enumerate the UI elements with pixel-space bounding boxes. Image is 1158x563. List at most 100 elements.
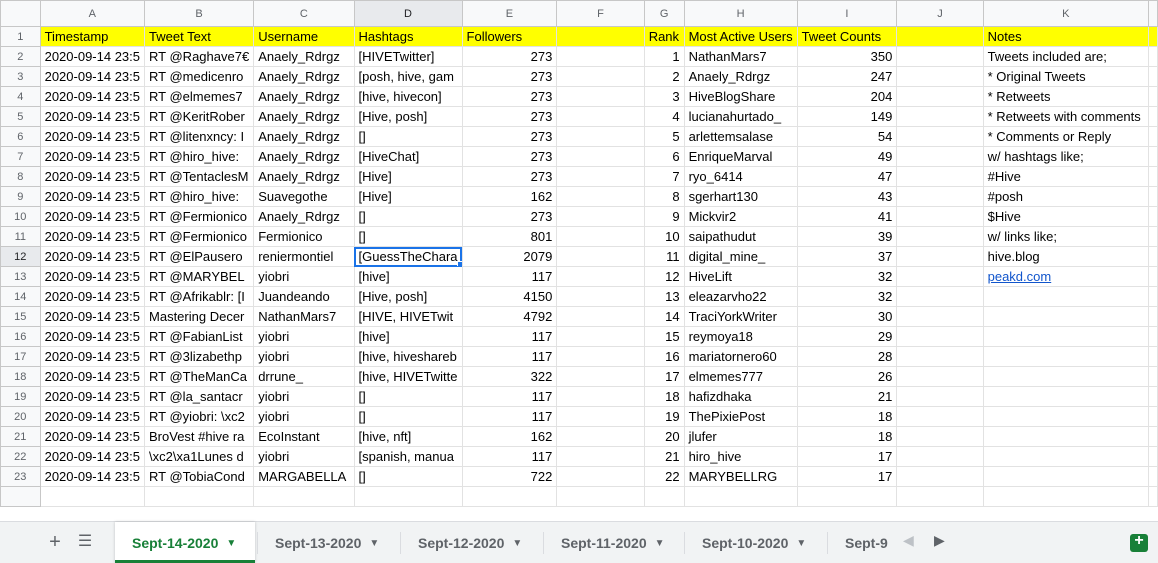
cell-e3[interactable]: 273 <box>461 66 558 87</box>
cell-j19[interactable] <box>896 386 984 407</box>
cell-e20[interactable]: 117 <box>461 406 558 427</box>
cell-k17[interactable] <box>982 346 1150 367</box>
cell-e12[interactable]: 2079 <box>461 246 558 267</box>
cell-g12[interactable]: 11 <box>643 246 685 267</box>
cell-j20[interactable] <box>896 406 984 427</box>
cell-j4[interactable] <box>896 86 984 107</box>
cell-e21[interactable]: 162 <box>461 426 558 447</box>
cell-k21[interactable] <box>982 426 1150 447</box>
cell-i17[interactable]: 28 <box>796 346 898 367</box>
blank-cell[interactable] <box>461 486 558 507</box>
cell-a15[interactable]: 2020-09-14 23:5 <box>39 306 146 327</box>
add-sheet-button[interactable]: + <box>44 531 66 553</box>
row-header[interactable]: 6 <box>0 126 41 147</box>
column-header-g[interactable]: G <box>643 0 685 27</box>
column-header-c[interactable]: C <box>253 0 355 27</box>
cell-g9[interactable]: 8 <box>643 186 685 207</box>
cell-d3[interactable]: [posh, hive, gam <box>353 66 463 87</box>
cell-c16[interactable]: yiobri <box>253 326 355 347</box>
chevron-down-icon[interactable]: ▼ <box>369 523 379 563</box>
cell-k20[interactable] <box>982 406 1150 427</box>
cell-h1[interactable]: Most Active Users <box>683 26 798 47</box>
row-header[interactable]: 2 <box>0 46 41 67</box>
sheet-tab-sept-10-2020[interactable]: Sept-10-2020 ▼ <box>685 522 825 563</box>
cell-i12[interactable]: 37 <box>796 246 898 267</box>
cell-e17[interactable]: 117 <box>461 346 558 367</box>
column-header-i[interactable]: I <box>796 0 898 27</box>
cell-j3[interactable] <box>896 66 984 87</box>
cell-a8[interactable]: 2020-09-14 23:5 <box>39 166 146 187</box>
cell-h9[interactable]: sgerhart130 <box>683 186 798 207</box>
sheet-tab-sept-9[interactable]: Sept-9 <box>828 522 892 563</box>
row-header[interactable]: 4 <box>0 86 41 107</box>
row-header[interactable]: 7 <box>0 146 41 167</box>
cell-f11[interactable] <box>556 226 645 247</box>
cell-h18[interactable]: elmemes777 <box>683 366 798 387</box>
cell-f23[interactable] <box>556 466 645 487</box>
row-header[interactable]: 9 <box>0 186 41 207</box>
cell-d5[interactable]: [Hive, posh] <box>353 106 463 127</box>
cell-j14[interactable] <box>896 286 984 307</box>
cell-h21[interactable]: jlufer <box>683 426 798 447</box>
cell-f18[interactable] <box>556 366 645 387</box>
cell-b18[interactable]: RT @TheManCa <box>144 366 255 387</box>
cell-j6[interactable] <box>896 126 984 147</box>
cell-i13[interactable]: 32 <box>796 266 898 287</box>
cell-f15[interactable] <box>556 306 645 327</box>
cell-i2[interactable]: 350 <box>796 46 898 67</box>
cell-i20[interactable]: 18 <box>796 406 898 427</box>
cell-b16[interactable]: RT @FabianList <box>144 326 255 347</box>
cell-j15[interactable] <box>896 306 984 327</box>
cell-h10[interactable]: Mickvir2 <box>683 206 798 227</box>
row-header[interactable]: 13 <box>0 266 41 287</box>
cell-i19[interactable]: 21 <box>796 386 898 407</box>
cell-b4[interactable]: RT @elmemes7 <box>144 86 255 107</box>
cell-c15[interactable]: NathanMars7 <box>253 306 355 327</box>
cell-b9[interactable]: RT @hiro_hive: <box>144 186 255 207</box>
cell-g14[interactable]: 13 <box>643 286 685 307</box>
cell-d6[interactable]: [] <box>353 126 463 147</box>
cell-f17[interactable] <box>556 346 645 367</box>
blank-cell[interactable] <box>39 486 146 507</box>
cell-j11[interactable] <box>896 226 984 247</box>
cell-k8[interactable]: #Hive <box>982 166 1150 187</box>
cell-e18[interactable]: 322 <box>461 366 558 387</box>
cell-d19[interactable]: [] <box>353 386 463 407</box>
cell-f14[interactable] <box>556 286 645 307</box>
cell-g5[interactable]: 4 <box>643 106 685 127</box>
cell-g11[interactable]: 10 <box>643 226 685 247</box>
cell-h23[interactable]: MARYBELLRG <box>683 466 798 487</box>
cell-c23[interactable]: MARGABELLA <box>253 466 355 487</box>
cell-f6[interactable] <box>556 126 645 147</box>
cell-h8[interactable]: ryo_6414 <box>683 166 798 187</box>
cell-f19[interactable] <box>556 386 645 407</box>
cell-g3[interactable]: 2 <box>643 66 685 87</box>
cell-d4[interactable]: [hive, hivecon] <box>353 86 463 107</box>
cell-d8[interactable]: [Hive] <box>353 166 463 187</box>
cell-d20[interactable]: [] <box>353 406 463 427</box>
cell-j17[interactable] <box>896 346 984 367</box>
cell-e13[interactable]: 117 <box>461 266 558 287</box>
cell-j2[interactable] <box>896 46 984 67</box>
cell-j13[interactable] <box>896 266 984 287</box>
cell-k23[interactable] <box>982 466 1150 487</box>
chevron-left-icon[interactable]: ◀ <box>903 532 914 549</box>
cell-f20[interactable] <box>556 406 645 427</box>
row-header[interactable]: 5 <box>0 106 41 127</box>
all-sheets-button[interactable]: ☰ <box>74 531 96 553</box>
row-header[interactable]: 1 <box>0 26 41 47</box>
cell-h12[interactable]: digital_mine_ <box>683 246 798 267</box>
cell-e14[interactable]: 4150 <box>461 286 558 307</box>
cell-b8[interactable]: RT @TentaclesM <box>144 166 255 187</box>
cell-b17[interactable]: RT @3lizabethp <box>144 346 255 367</box>
cell-h4[interactable]: HiveBlogShare <box>683 86 798 107</box>
cell-k11[interactable]: w/ links like; <box>982 226 1150 247</box>
cell-f5[interactable] <box>556 106 645 127</box>
cell-f22[interactable] <box>556 446 645 467</box>
cell-f12[interactable] <box>556 246 645 267</box>
cell-d17[interactable]: [hive, hiveshareb <box>353 346 463 367</box>
cell-e6[interactable]: 273 <box>461 126 558 147</box>
column-header-h[interactable]: H <box>683 0 798 27</box>
cell-a10[interactable]: 2020-09-14 23:5 <box>39 206 146 227</box>
row-header[interactable]: 19 <box>0 386 41 407</box>
